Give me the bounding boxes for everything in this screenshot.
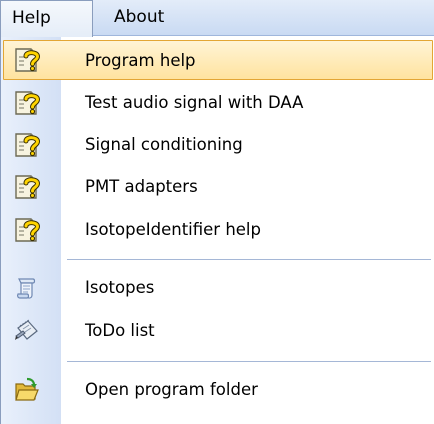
menu-item-isotopeidentifier-help[interactable]: IsotopeIdentifier help — [3, 210, 433, 250]
app-window: Help About Program help Test audio signa… — [0, 0, 434, 424]
open-folder-icon — [13, 377, 41, 403]
menu-item-label: ToDo list — [85, 321, 155, 340]
menu-item-program-help[interactable]: Program help — [3, 40, 433, 80]
help-document-icon — [13, 47, 41, 73]
help-document-icon — [13, 174, 41, 200]
help-document-icon — [13, 132, 41, 158]
menu-item-label: IsotopeIdentifier help — [85, 220, 261, 239]
help-document-icon — [13, 90, 41, 116]
menu-item-isotopes[interactable]: Isotopes — [3, 268, 433, 308]
menu-separator — [67, 259, 431, 260]
menu-bar: Help About — [0, 0, 434, 37]
menu-item-signal-conditioning[interactable]: Signal conditioning — [3, 125, 433, 165]
help-dropdown-menu: Program help Test audio signal with DAA … — [0, 36, 434, 424]
menu-item-test-audio-signal[interactable]: Test audio signal with DAA — [3, 83, 433, 123]
notepad-pencil-icon — [13, 318, 41, 344]
menu-item-label: PMT adapters — [85, 177, 198, 196]
menu-item-label: Test audio signal with DAA — [85, 93, 304, 112]
menu-item-open-program-folder[interactable]: Open program folder — [3, 370, 433, 410]
menu-about[interactable]: About — [104, 0, 184, 36]
scroll-icon — [13, 275, 41, 301]
menu-item-pmt-adapters[interactable]: PMT adapters — [3, 167, 433, 207]
menu-help[interactable]: Help — [0, 0, 93, 37]
menu-item-label: Signal conditioning — [85, 135, 243, 154]
menu-item-label: Open program folder — [85, 380, 258, 399]
menu-item-todo-list[interactable]: ToDo list — [3, 311, 433, 351]
menu-item-label: Program help — [85, 51, 196, 70]
menu-item-label: Isotopes — [85, 278, 155, 297]
menu-separator — [67, 361, 431, 362]
help-document-icon — [13, 217, 41, 243]
